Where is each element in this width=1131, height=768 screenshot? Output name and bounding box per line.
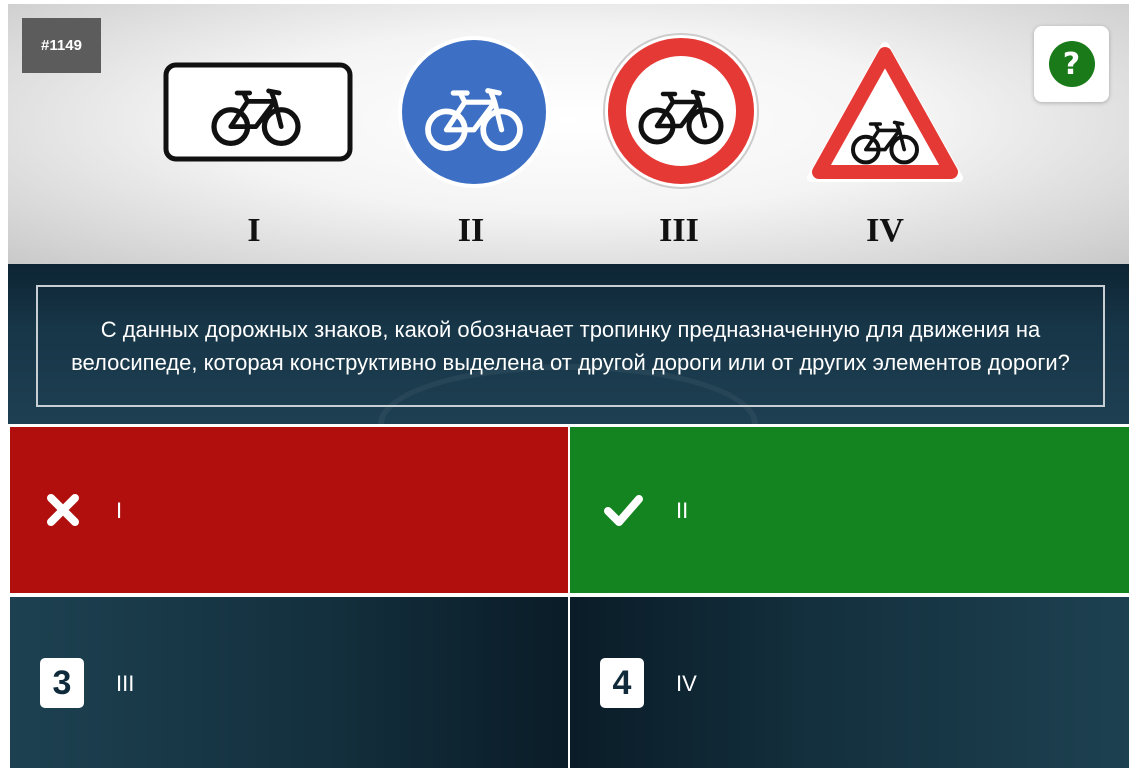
answer-number-badge: 4	[600, 658, 644, 708]
bicycle-blue-circle-sign-icon	[396, 34, 552, 190]
bicycle-prohibition-sign-icon	[602, 32, 760, 190]
answer-option-2[interactable]: II	[570, 427, 1129, 593]
answer-label: I	[116, 498, 123, 523]
sign-numeral-2: II	[457, 212, 485, 249]
bicycle-warning-triangle-sign-icon	[805, 40, 965, 186]
answer-label: II	[676, 498, 689, 523]
question-box: С данных дорожных знаков, какой обознача…	[36, 285, 1105, 407]
answer-option-3[interactable]: 3 III	[10, 597, 568, 768]
answer-option-4[interactable]: 4 IV	[570, 597, 1129, 768]
question-mark-icon: ?	[1048, 41, 1095, 87]
bicycle-rectangular-sign-icon	[163, 62, 353, 162]
question-id-badge: #1149	[22, 18, 101, 73]
help-button[interactable]: ?	[1034, 26, 1109, 102]
question-text: С данных дорожных знаков, какой обознача…	[71, 317, 1070, 375]
quiz-card: #1149 ? I II III IV С данных дорожных зн…	[8, 0, 1129, 768]
cross-icon	[47, 494, 79, 526]
sign-numeral-1: I	[247, 212, 261, 249]
answer-option-1[interactable]: I	[10, 427, 568, 593]
sign-numeral-4: IV	[866, 212, 904, 249]
checkmark-icon	[604, 495, 643, 526]
question-panel: С данных дорожных знаков, какой обознача…	[8, 264, 1129, 424]
answer-number-badge: 3	[40, 658, 84, 708]
question-image: #1149 ? I II III IV	[8, 4, 1129, 264]
answer-label: IV	[676, 671, 697, 696]
answer-label: III	[116, 671, 135, 696]
sign-numeral-3: III	[659, 212, 699, 249]
